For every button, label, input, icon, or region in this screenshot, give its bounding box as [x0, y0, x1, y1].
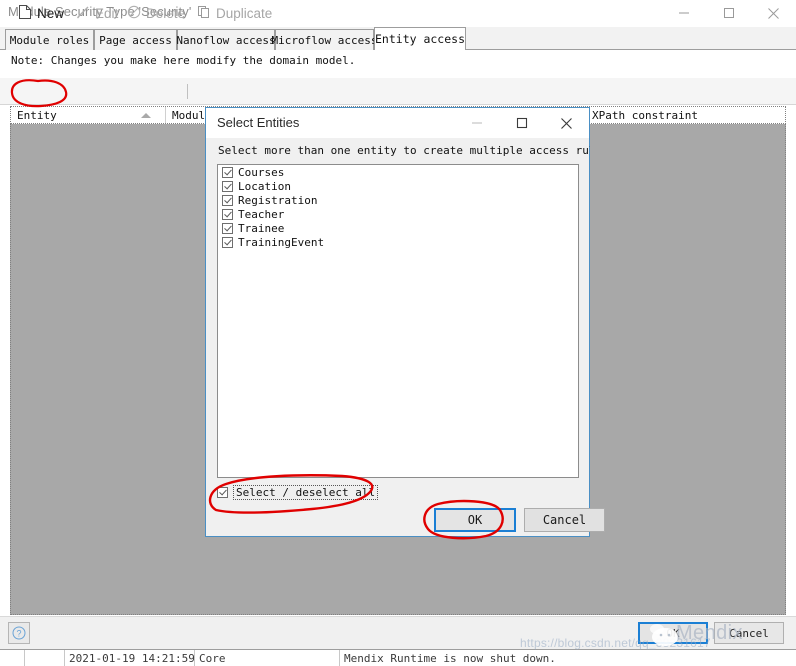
list-item[interactable]: Location	[218, 179, 578, 193]
log-cell-source: Core	[195, 650, 340, 666]
minimize-icon[interactable]	[661, 0, 706, 26]
toolbar	[0, 78, 796, 105]
edit-button-label: Edit	[95, 5, 119, 21]
list-item[interactable]: Trainee	[218, 221, 578, 235]
checkbox-icon[interactable]	[222, 208, 233, 220]
duplicate-copy-icon	[197, 4, 211, 23]
dialog-ok-button[interactable]: OK	[434, 508, 516, 532]
window-titlebar: Module Security Type 'Security'	[0, 0, 796, 26]
dialog-minimize-icon[interactable]	[454, 108, 499, 138]
delete-button-label: Delete	[146, 5, 186, 21]
dialog-title: Select Entities	[217, 115, 300, 130]
entity-checkbox-list[interactable]: Courses Location Registration Teacher Tr…	[217, 164, 579, 478]
list-item[interactable]: Teacher	[218, 207, 578, 221]
log-panel: 2021-01-19 14:21:59... Core Mendix Runti…	[0, 649, 796, 666]
cancel-button[interactable]: Cancel	[714, 622, 784, 644]
select-deselect-all-row[interactable]: Select / deselect all	[217, 484, 379, 500]
close-icon[interactable]	[751, 0, 796, 26]
tab-nanoflow-access[interactable]: Nanoflow access	[176, 29, 276, 50]
checkbox-icon[interactable]	[222, 180, 233, 192]
tab-strip: Module roles Page access Nanoflow access…	[0, 27, 796, 50]
window-controls	[661, 0, 796, 26]
svg-text:?: ?	[16, 629, 21, 639]
select-all-checkbox-icon[interactable]	[217, 486, 228, 498]
checkbox-icon[interactable]	[222, 166, 233, 178]
dialog-close-icon[interactable]	[544, 108, 589, 138]
log-cell-icon	[0, 650, 25, 666]
list-item-label: Courses	[238, 165, 285, 179]
maximize-icon[interactable]	[706, 0, 751, 26]
list-item-label: Trainee	[238, 221, 285, 235]
new-file-icon	[18, 4, 32, 23]
help-icon[interactable]: ?	[8, 622, 30, 644]
checkbox-icon[interactable]	[222, 222, 233, 234]
dialog-instruction: Select more than one entity to create mu…	[218, 144, 590, 157]
tab-module-roles[interactable]: Module roles	[5, 29, 94, 50]
tab-microflow-access[interactable]: Microflow access	[272, 29, 377, 50]
list-item[interactable]: Courses	[218, 165, 578, 179]
duplicate-button-label: Duplicate	[216, 5, 273, 21]
dialog-window-controls	[454, 108, 589, 138]
column-header-xpath-constraint[interactable]: XPath constraint	[586, 107, 785, 123]
tab-entity-access[interactable]: Entity access	[374, 27, 466, 50]
list-item[interactable]: Registration	[218, 193, 578, 207]
pencil-icon	[76, 4, 90, 23]
sort-ascending-icon	[141, 113, 151, 118]
log-cell-timestamp: 2021-01-19 14:21:59...	[65, 650, 195, 666]
new-button-label: New	[37, 5, 65, 21]
duplicate-button[interactable]: Duplicate	[197, 2, 272, 24]
select-all-label: Select / deselect all	[233, 484, 379, 500]
list-item-label: Teacher	[238, 207, 285, 221]
select-entities-dialog: Select Entities Select more than one ent…	[205, 107, 605, 537]
ok-button[interactable]: OK	[638, 622, 708, 644]
list-item-label: Location	[238, 179, 291, 193]
application-window: Module Security Type 'Security' Module r…	[0, 0, 796, 666]
note-text: Note: Changes you make here modify the d…	[11, 54, 356, 67]
log-cell-level	[25, 650, 65, 666]
checkbox-icon[interactable]	[222, 194, 233, 206]
new-button[interactable]: New	[18, 2, 64, 24]
dialog-cancel-button[interactable]: Cancel	[524, 508, 605, 532]
edit-button[interactable]: Edit	[76, 2, 118, 24]
delete-circle-slash-icon	[127, 4, 141, 23]
checkbox-icon[interactable]	[222, 236, 233, 248]
list-item-label: Registration	[238, 193, 318, 207]
list-item-label: TrainingEvent	[238, 235, 325, 249]
dialog-maximize-icon[interactable]	[499, 108, 544, 138]
toolbar-separator	[187, 84, 188, 99]
tab-page-access[interactable]: Page access	[94, 29, 177, 50]
dialog-titlebar: Select Entities	[206, 108, 589, 138]
list-item[interactable]: TrainingEvent	[218, 235, 578, 249]
delete-button[interactable]: Delete	[127, 2, 185, 24]
log-cell-message: Mendix Runtime is now shut down.	[344, 651, 556, 665]
